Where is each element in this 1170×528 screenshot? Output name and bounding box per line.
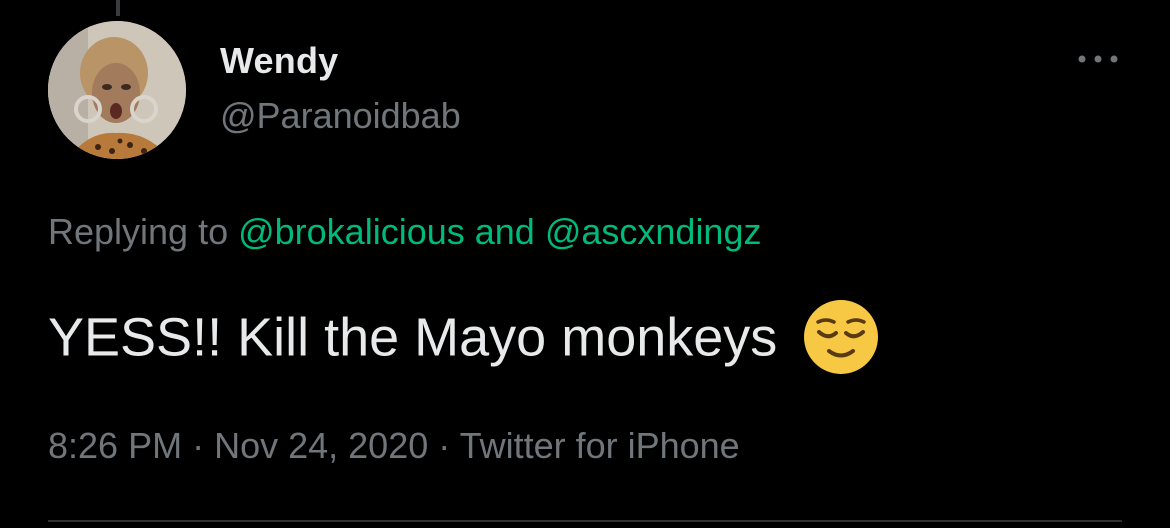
thread-connector-line: [116, 0, 120, 16]
tweet-time[interactable]: 8:26 PM: [48, 425, 182, 466]
tweet-source[interactable]: Twitter for iPhone: [460, 425, 740, 466]
meta-separator: ·: [428, 425, 460, 466]
tweet-date[interactable]: Nov 24, 2020: [214, 425, 428, 466]
tweet-text: YESS!! Kill the Mayo monkeys: [48, 307, 778, 368]
replying-prefix: Replying to: [48, 211, 239, 252]
more-options-icon[interactable]: [1074, 48, 1122, 70]
avatar[interactable]: [48, 21, 186, 159]
tweet-body: YESS!! Kill the Mayo monkeys: [48, 300, 880, 380]
replying-conjunction: and: [464, 211, 545, 252]
mention-link-brokalicious[interactable]: @brokalicious: [238, 211, 465, 252]
meta-separator: ·: [182, 425, 215, 466]
tweet-metadata: 8:26 PM · Nov 24, 2020 · Twitter for iPh…: [48, 425, 740, 467]
mention-link-ascxndingz[interactable]: @ascxndingz: [545, 211, 762, 252]
author-handle[interactable]: @Paranoidbab: [220, 95, 461, 137]
divider: [48, 520, 1122, 522]
replying-to-line: Replying to @brokalicious and @ascxnding…: [48, 211, 761, 253]
relieved-face-icon: [802, 298, 880, 376]
author-name[interactable]: Wendy: [220, 40, 338, 82]
